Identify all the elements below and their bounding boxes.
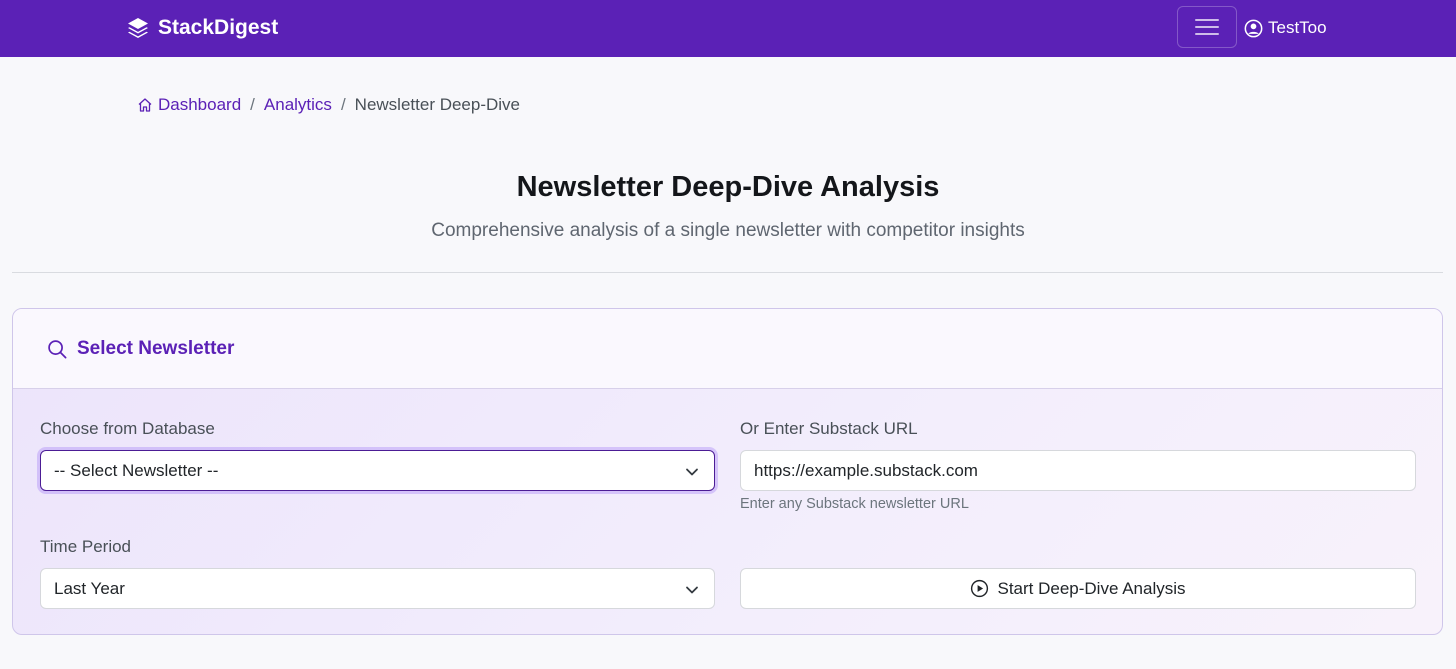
breadcrumb-separator: / — [340, 95, 346, 114]
user-name: TestToo — [1268, 18, 1327, 37]
breadcrumb-item-analytics[interactable]: Analytics — [264, 95, 332, 115]
time-period-value: Last Year — [54, 578, 125, 598]
breadcrumb-label: Dashboard — [158, 95, 242, 114]
database-label: Choose from Database — [40, 419, 215, 438]
play-circle-icon — [971, 579, 989, 598]
select-newsletter-card: Select Newsletter Choose from Database -… — [12, 308, 1443, 635]
card-title-text: Select Newsletter — [77, 338, 235, 359]
house-icon — [138, 98, 152, 112]
brand-name: StackDigest — [158, 16, 279, 39]
url-help-text: Enter any Substack newsletter URL — [740, 496, 969, 512]
chevron-down-icon — [686, 586, 698, 594]
card-title: Select Newsletter — [47, 337, 234, 361]
database-select[interactable]: -- Select Newsletter -- — [40, 450, 715, 491]
user-menu[interactable]: TestToo — [1244, 16, 1327, 40]
period-label: Time Period — [40, 537, 132, 556]
card-header: Select Newsletter — [13, 309, 1442, 389]
page-title: Newsletter Deep-Dive Analysis — [516, 171, 940, 203]
breadcrumb: Dashboard / Analytics / Newsletter Deep-… — [137, 94, 520, 116]
layers-icon — [128, 18, 148, 38]
breadcrumb-item-dashboard[interactable]: Dashboard — [137, 95, 241, 115]
substack-url-input[interactable] — [740, 450, 1416, 491]
navbar: StackDigest TestToo — [0, 0, 1456, 57]
url-label: Or Enter Substack URL — [740, 419, 918, 438]
header-divider — [12, 272, 1443, 273]
start-analysis-button[interactable]: Start Deep-Dive Analysis — [740, 568, 1416, 609]
database-select-value: -- Select Newsletter -- — [54, 460, 219, 480]
breadcrumb-separator: / — [250, 95, 255, 114]
person-circle-icon — [1244, 19, 1263, 37]
time-period-select[interactable]: Last Year — [40, 568, 715, 609]
start-analysis-label: Start Deep-Dive Analysis — [997, 578, 1186, 598]
search-icon — [48, 339, 67, 358]
menu-toggle-button[interactable] — [1177, 6, 1237, 48]
chevron-down-icon — [686, 468, 698, 476]
brand-link[interactable]: StackDigest — [126, 14, 278, 42]
hamburger-icon — [1195, 19, 1219, 35]
breadcrumb-item-current: Newsletter Deep-Dive — [354, 95, 521, 114]
page-subtitle: Comprehensive analysis of a single newsl… — [431, 220, 1025, 241]
